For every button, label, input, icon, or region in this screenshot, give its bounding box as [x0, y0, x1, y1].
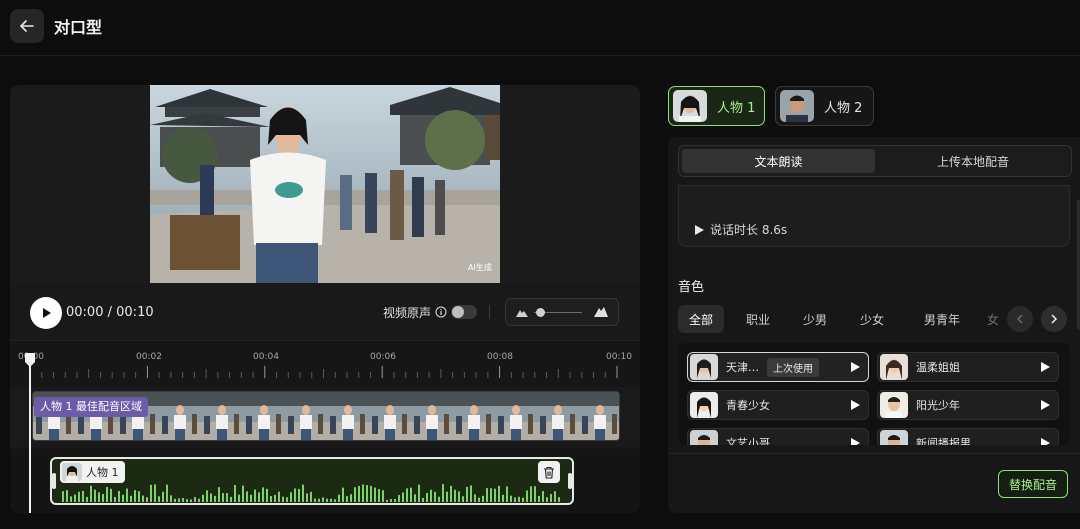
player-controls: 00:00 / 00:10 视频原声 — [10, 283, 640, 341]
audio-waveform — [62, 484, 560, 502]
voice-card[interactable]: 青春少女 — [687, 390, 869, 420]
character-1-avatar — [673, 90, 707, 122]
filter-boy[interactable]: 少男 — [793, 305, 837, 333]
mode-tabs: 文本朗读 上传本地配音 — [678, 145, 1072, 177]
voice-name: 新闻播报男 — [916, 437, 971, 445]
video-preview-area: AI生成 — [10, 85, 640, 283]
filter-next-button[interactable] — [1041, 306, 1067, 332]
tick-label: 00:06 — [370, 352, 396, 362]
info-icon[interactable] — [435, 306, 447, 318]
tick-label: 00:04 — [253, 352, 279, 362]
watermark: AI生成 — [468, 262, 492, 272]
voice-section-title: 音色 — [678, 280, 705, 295]
voice-avatar — [690, 354, 718, 380]
voice-card[interactable]: 新闻播报男 — [877, 428, 1059, 445]
tick-label: 00:08 — [487, 352, 513, 362]
play-button[interactable] — [30, 297, 62, 329]
voice-avatar — [690, 430, 718, 445]
original-audio-label: 视频原声 — [383, 304, 447, 321]
zoom-in-icon[interactable] — [594, 305, 608, 317]
video-scene-image: AI生成 — [150, 85, 500, 283]
character-tab-2[interactable]: 人物 2 — [775, 86, 874, 126]
voice-play-icon[interactable] — [851, 438, 860, 445]
filter-profession[interactable]: 职业 — [736, 305, 780, 333]
voice-name: 阳光少年 — [916, 399, 960, 412]
voice-card[interactable]: 温柔姐姐 — [877, 352, 1059, 382]
total-time: 00:10 — [116, 305, 154, 320]
page-title: 对口型 — [54, 18, 103, 37]
back-button[interactable] — [10, 9, 44, 43]
audio-clip[interactable] — [50, 457, 574, 505]
script-input-box[interactable]: 说话时长 8.6s — [678, 185, 1070, 247]
chevron-right-icon — [1051, 314, 1058, 324]
divider — [668, 453, 1080, 454]
chevron-left-icon — [1016, 314, 1023, 324]
character-1-label: 人物 1 — [717, 100, 756, 116]
voice-play-icon[interactable] — [851, 362, 860, 372]
voice-name: 温柔姐姐 — [916, 361, 960, 374]
filter-prev-button[interactable] — [1007, 306, 1033, 332]
tab-upload-audio[interactable]: 上传本地配音 — [877, 149, 1069, 173]
best-dub-region-badge: 人物 1 最佳配音区域 — [34, 397, 148, 417]
time-display: 00:00 / 00:10 — [66, 305, 154, 320]
character-2-label: 人物 2 — [824, 100, 863, 116]
arrow-left-icon — [20, 20, 34, 32]
voice-play-icon[interactable] — [1041, 438, 1050, 445]
replace-dub-button[interactable]: 替换配音 — [998, 470, 1068, 498]
voice-avatar — [880, 354, 908, 380]
voice-list: 天津… 上次使用 温柔姐姐 青春少女 阳光少年 文艺小哥 新闻播报男 — [678, 343, 1070, 445]
voice-play-icon[interactable] — [1041, 400, 1050, 410]
header-bar: 对口型 — [0, 0, 1080, 56]
zoom-slider-handle[interactable] — [536, 308, 545, 317]
trash-icon — [544, 466, 554, 479]
ruler-ticks — [29, 366, 618, 378]
duration-text: 说话时长 8.6s — [710, 223, 788, 237]
voice-name: 青春少女 — [726, 399, 770, 412]
play-small-icon — [695, 224, 704, 235]
clip-left-handle[interactable] — [52, 473, 56, 489]
tab-text-to-speech[interactable]: 文本朗读 — [682, 149, 875, 173]
voice-card[interactable]: 天津… 上次使用 — [687, 352, 869, 382]
zoom-out-icon[interactable] — [516, 307, 528, 317]
filter-woman[interactable]: 女 — [982, 305, 1004, 333]
filter-girl[interactable]: 少女 — [850, 305, 894, 333]
original-audio-text: 视频原声 — [383, 306, 432, 320]
character-2-avatar — [780, 90, 814, 122]
audio-speaker-chip: 人物 1 — [60, 461, 125, 483]
clip-right-handle[interactable] — [568, 473, 572, 489]
speaker-name: 人物 1 — [86, 466, 119, 479]
time-separator: / — [107, 305, 112, 320]
editor-panel: AI生成 00:00 / 00:10 视频原声 00:00 0 — [10, 85, 640, 513]
last-used-badge: 上次使用 — [767, 357, 819, 377]
voice-name: 文艺小哥 — [726, 437, 770, 445]
voice-play-icon[interactable] — [851, 400, 860, 410]
divider — [489, 305, 490, 319]
tick-label: 00:02 — [136, 352, 162, 362]
delete-clip-button[interactable] — [538, 461, 560, 483]
speaker-avatar — [62, 463, 82, 481]
current-time: 00:00 — [66, 305, 104, 320]
character-tab-1[interactable]: 人物 1 — [668, 86, 765, 126]
tick-label: 00:10 — [606, 352, 632, 362]
zoom-control — [505, 298, 619, 326]
filter-all[interactable]: 全部 — [678, 305, 724, 333]
speech-duration[interactable]: 说话时长 8.6s — [695, 221, 787, 238]
timeline-ruler[interactable]: 00:00 00:02 00:04 00:06 00:08 00:10 — [10, 348, 640, 388]
play-icon — [43, 308, 51, 318]
video-frame[interactable]: AI生成 — [150, 85, 500, 283]
playhead-line — [29, 365, 31, 513]
voice-name: 天津… — [726, 361, 759, 374]
filter-young-man[interactable]: 男青年 — [910, 305, 974, 333]
voice-avatar — [880, 430, 908, 445]
playhead[interactable] — [25, 353, 35, 513]
voice-card[interactable]: 阳光少年 — [877, 390, 1059, 420]
voice-avatar — [880, 392, 908, 418]
original-audio-toggle[interactable] — [451, 305, 477, 319]
voice-play-icon[interactable] — [1041, 362, 1050, 372]
voice-avatar — [690, 392, 718, 418]
voice-card[interactable]: 文艺小哥 — [687, 428, 869, 445]
dubbing-panel: 文本朗读 上传本地配音 说话时长 8.6s 音色 全部 职业 少男 少女 男青年… — [668, 137, 1080, 513]
